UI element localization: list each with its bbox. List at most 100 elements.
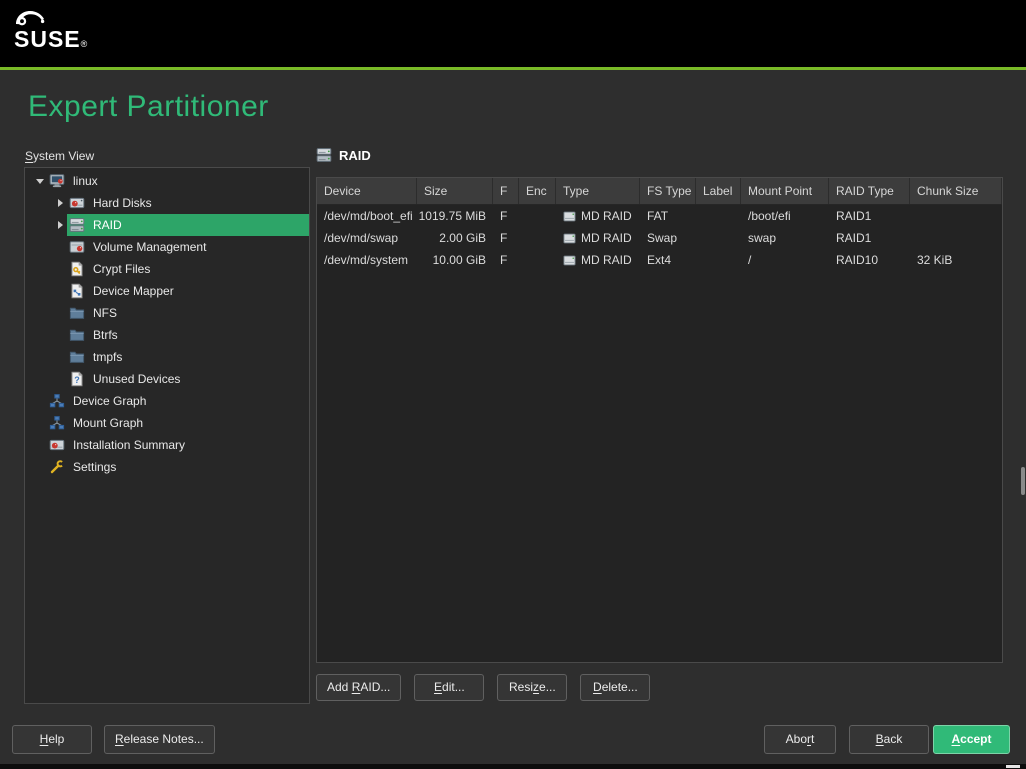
cell-text: MD RAID xyxy=(581,209,632,223)
tree-item-mount-graph[interactable]: Mount Graph xyxy=(25,412,309,434)
column-header-enc[interactable]: Enc xyxy=(519,178,556,204)
tree-item-content: Crypt Files xyxy=(67,258,309,280)
cell-format: F xyxy=(493,205,519,227)
expander-expanded-icon[interactable] xyxy=(33,179,47,184)
column-header-raid-type[interactable]: RAID Type xyxy=(829,178,910,204)
window-scrollbar-thumb[interactable] xyxy=(1021,467,1025,495)
cell-chunk-size: 32 KiB xyxy=(910,249,1002,271)
cell-text: / xyxy=(748,253,751,267)
label-part: elp xyxy=(48,732,64,746)
column-header-device[interactable]: Device xyxy=(317,178,417,204)
tree-item-content: linux xyxy=(47,170,309,192)
suse-logo: SUSE® xyxy=(14,8,87,53)
accept-button[interactable]: Accept xyxy=(933,725,1010,754)
cell-size: 10.00 GiB xyxy=(417,249,493,271)
system-view-label: System View xyxy=(25,149,94,163)
back-button[interactable]: Back xyxy=(849,725,929,754)
summary-icon xyxy=(49,437,66,453)
page-title: Expert Partitioner xyxy=(28,90,269,124)
cell-device: /dev/md/boot_efi xyxy=(317,205,417,227)
brand-registered-mark: ® xyxy=(81,39,88,49)
cell-label xyxy=(696,249,741,271)
cell-mount-point: / xyxy=(741,249,829,271)
cell-text: 32 KiB xyxy=(917,253,952,267)
system-view-tree: linuxHard DisksRAIDVolume Management Cryp… xyxy=(25,170,309,478)
md-raid-icon xyxy=(563,254,576,267)
edit-button[interactable]: Edit... xyxy=(414,674,484,701)
tree-item-linux[interactable]: linux xyxy=(25,170,309,192)
column-header-f[interactable]: F xyxy=(493,178,519,204)
label-part: dit... xyxy=(442,680,465,694)
table-header-row: DeviceSizeFEncTypeFS TypeLabelMount Poin… xyxy=(317,178,1002,205)
tree-item-unused-devices[interactable]: ? Unused Devices xyxy=(25,368,309,390)
cell-format: F xyxy=(493,249,519,271)
tree-item-settings[interactable]: Settings xyxy=(25,456,309,478)
cell-raid-type: RAID1 xyxy=(829,205,910,227)
table-row[interactable]: /dev/md/system10.00 GiBFMD RAIDExt4/RAID… xyxy=(317,249,1002,271)
tree-item-content: RAID xyxy=(67,214,309,236)
expander-collapsed-icon[interactable] xyxy=(53,221,67,229)
table-body: /dev/md/boot_efi1019.75 MiBFMD RAIDFAT/b… xyxy=(317,205,1002,271)
unused-icon: ? xyxy=(69,371,86,387)
column-header-type[interactable]: Type xyxy=(556,178,640,204)
column-header-mount-point[interactable]: Mount Point xyxy=(741,178,829,204)
tree-item-raid[interactable]: RAID xyxy=(25,214,309,236)
cell-format: F xyxy=(493,227,519,249)
help-button[interactable]: Help xyxy=(12,725,92,754)
label-mnemonic: B xyxy=(876,732,884,746)
device-mapper-icon xyxy=(69,283,86,299)
cell-enc xyxy=(519,205,556,227)
label-part: ystem View xyxy=(33,149,94,163)
tree-item-content: Hard Disks xyxy=(67,192,309,214)
tree-item-label: tmpfs xyxy=(93,350,122,364)
resize-button[interactable]: Resize... xyxy=(497,674,567,701)
tree-item-content: tmpfs xyxy=(67,346,309,368)
column-header-fs-type[interactable]: FS Type xyxy=(640,178,696,204)
cell-fs-type: Ext4 xyxy=(640,249,696,271)
cell-text: RAID10 xyxy=(836,253,878,267)
column-header-size[interactable]: Size xyxy=(417,178,493,204)
tree-item-label: Crypt Files xyxy=(93,262,150,276)
cell-mount-point: /boot/efi xyxy=(741,205,829,227)
tree-item-nfs[interactable]: NFS xyxy=(25,302,309,324)
cell-text: swap xyxy=(748,231,776,245)
label-part: elease Notes... xyxy=(124,732,204,746)
label-mnemonic: S xyxy=(25,149,33,163)
expander-collapsed-icon[interactable] xyxy=(53,199,67,207)
tree-item-content: Installation Summary xyxy=(47,434,309,456)
label-part: t xyxy=(811,732,814,746)
cell-type: MD RAID xyxy=(556,205,640,227)
cell-text: FAT xyxy=(647,209,668,223)
add-raid-button[interactable]: Add RAID... xyxy=(316,674,401,701)
cell-chunk-size xyxy=(910,205,1002,227)
tree-item-device-graph[interactable]: Device Graph xyxy=(25,390,309,412)
tree-item-content: NFS xyxy=(67,302,309,324)
tree-item-crypt-files[interactable]: Crypt Files xyxy=(25,258,309,280)
tree-item-volume-management[interactable]: Volume Management xyxy=(25,236,309,258)
delete-button[interactable]: Delete... xyxy=(580,674,650,701)
cell-text: Swap xyxy=(647,231,677,245)
column-header-label[interactable]: Label xyxy=(696,178,741,204)
cell-text: /dev/md/system xyxy=(324,253,408,267)
release-notes-button[interactable]: Release Notes... xyxy=(104,725,215,754)
column-header-chunk-size[interactable]: Chunk Size xyxy=(910,178,1002,204)
tree-item-label: Unused Devices xyxy=(93,372,180,386)
tree-item-hard-disks[interactable]: Hard Disks xyxy=(25,192,309,214)
tree-item-btrfs[interactable]: Btrfs xyxy=(25,324,309,346)
cell-text: /boot/efi xyxy=(748,209,791,223)
cell-text: /dev/md/boot_efi xyxy=(324,209,413,223)
tree-item-label: Installation Summary xyxy=(73,438,185,452)
cell-text: 2.00 GiB xyxy=(439,231,486,245)
cell-text: RAID1 xyxy=(836,231,871,245)
tree-item-tmpfs[interactable]: tmpfs xyxy=(25,346,309,368)
table-row[interactable]: /dev/md/swap2.00 GiBFMD RAIDSwapswapRAID… xyxy=(317,227,1002,249)
raid-icon xyxy=(316,147,333,163)
abort-button[interactable]: Abort xyxy=(764,725,836,754)
table-row[interactable]: /dev/md/boot_efi1019.75 MiBFMD RAIDFAT/b… xyxy=(317,205,1002,227)
tree-item-installation-summary[interactable]: Installation Summary xyxy=(25,434,309,456)
raid-actions: Add RAID... Edit... Resize... Delete... xyxy=(316,674,650,701)
suse-wordmark: SUSE® xyxy=(14,26,87,53)
label-part: Resi xyxy=(509,680,533,694)
tree-item-device-mapper[interactable]: Device Mapper xyxy=(25,280,309,302)
md-raid-icon xyxy=(563,232,576,245)
